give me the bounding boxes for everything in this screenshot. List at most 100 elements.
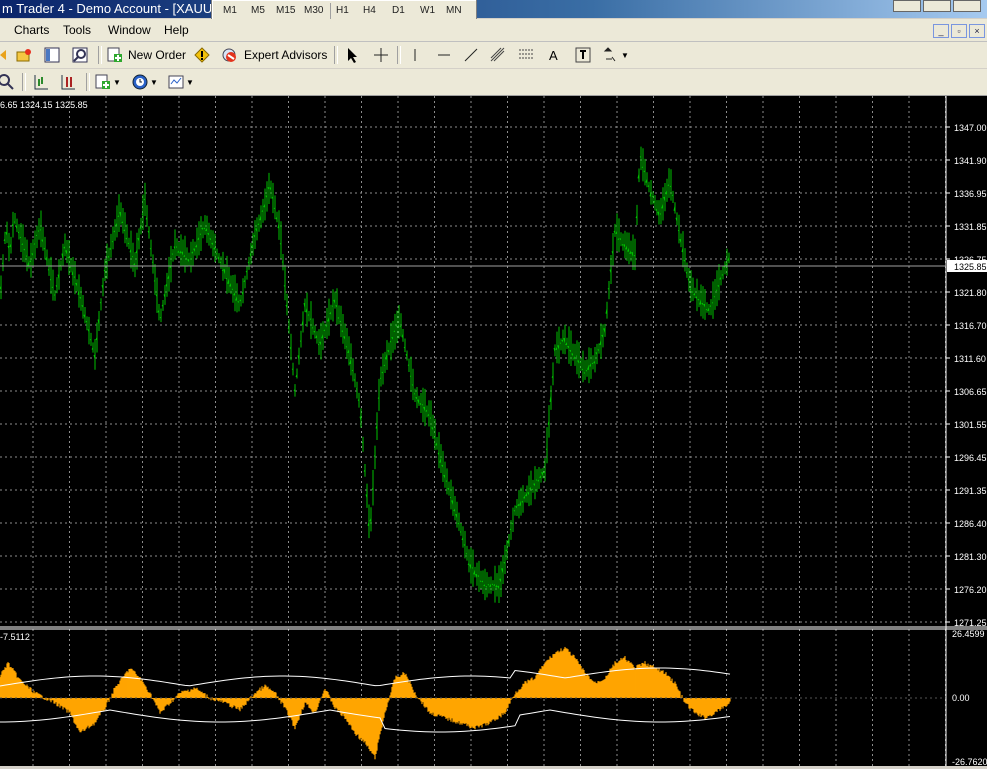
horizontal-line-tool[interactable]	[436, 45, 452, 65]
price-tick-label: 1276.20	[954, 585, 987, 595]
market-watch-icon[interactable]	[44, 45, 60, 65]
horizontal-line-icon	[436, 47, 452, 63]
mdi-minimize-button[interactable]: _	[933, 24, 949, 38]
chart-shift-icon[interactable]	[60, 72, 76, 92]
price-tick-label: 1316.70	[954, 321, 987, 331]
price-bar-tick	[160, 317, 161, 318]
price-bar-tick	[394, 331, 395, 332]
price-bar-tick	[100, 302, 101, 303]
navigator-icon[interactable]	[72, 45, 88, 65]
price-bar-tick	[510, 529, 511, 530]
price-bar-tick	[488, 584, 489, 585]
menu-window[interactable]: Window	[108, 23, 151, 37]
tf-mn[interactable]: MN	[446, 5, 462, 16]
divider	[22, 73, 26, 91]
price-bar-tick	[40, 230, 41, 231]
menu-help[interactable]: Help	[164, 23, 189, 37]
menu-bar: Charts Tools Window Help	[0, 19, 987, 42]
price-tick-label: 1286.40	[954, 519, 987, 529]
vertical-line-icon	[407, 47, 423, 63]
price-bar-tick	[622, 244, 623, 245]
tf-d1[interactable]: D1	[392, 5, 405, 16]
trendline-tool[interactable]	[463, 45, 479, 65]
price-bar-tick	[86, 321, 87, 322]
indicators-icon[interactable]: ▼	[95, 72, 121, 92]
price-bar-tick	[618, 239, 619, 240]
indicator-tick-label: -26.7620	[952, 757, 987, 766]
tf-h4[interactable]: H4	[363, 5, 376, 16]
cursor-icon	[345, 47, 361, 63]
ohlc-readout: 6.65 1324.15 1325.85	[0, 100, 88, 110]
price-bar-tick	[48, 270, 49, 271]
indicator-tick-label: 0.00	[952, 693, 970, 703]
price-bar-tick	[52, 287, 53, 288]
text-label-tool[interactable]	[575, 45, 591, 65]
tf-w1[interactable]: W1	[420, 5, 435, 16]
text-tool-label: A	[549, 48, 558, 63]
price-bar-tick	[338, 318, 339, 319]
cursor-tool[interactable]	[345, 45, 361, 65]
new-order-button[interactable]: New Order	[107, 45, 186, 65]
divider	[330, 3, 331, 19]
expert-advisors-label: Expert Advisors	[244, 48, 327, 62]
divider	[334, 46, 338, 64]
mdi-restore-button[interactable]: ▫	[951, 24, 967, 38]
price-tick-label: 1336.95	[954, 189, 987, 199]
autoscroll-icon[interactable]	[33, 72, 49, 92]
price-tick-label: 1291.35	[954, 486, 987, 496]
fibonacci-icon	[518, 47, 534, 63]
chart-canvas[interactable]: 1347.001341.901336.951331.851326.751321.…	[0, 96, 987, 766]
price-bar-tick	[20, 237, 21, 238]
close-button[interactable]	[953, 0, 981, 12]
price-bar-tick	[710, 306, 711, 307]
tf-m5[interactable]: M5	[251, 5, 265, 16]
tf-m30[interactable]: M30	[304, 5, 323, 16]
mdi-close-button[interactable]: ×	[969, 24, 985, 38]
arrows-tool[interactable]: ▼	[603, 45, 629, 65]
vertical-line-tool[interactable]	[407, 45, 423, 65]
mdi-controls: _▫×	[931, 23, 985, 38]
price-bar-tick	[308, 315, 309, 316]
price-bar-tick	[384, 365, 385, 366]
new-order-label: New Order	[128, 48, 186, 62]
text-tool[interactable]: A	[549, 45, 558, 65]
current-price-label: 1325.85	[954, 262, 987, 272]
indicator-tick-label: 26.4599	[952, 629, 985, 639]
channel-icon	[490, 47, 506, 63]
price-bar-tick	[150, 248, 151, 249]
expert-advisors-icon	[221, 47, 237, 63]
price-bar-tick	[340, 321, 341, 322]
indicator-value: -7.5112	[0, 632, 30, 642]
fibonacci-tool[interactable]	[518, 45, 534, 65]
maximize-button[interactable]	[923, 0, 951, 12]
price-bar-tick	[226, 278, 227, 279]
tf-m15[interactable]: M15	[276, 5, 295, 16]
charts-toolbar: ▼ ▼ ▼	[0, 69, 987, 96]
chevron-down-icon: ▼	[621, 51, 629, 60]
profiles-icon[interactable]	[16, 45, 32, 65]
price-chart[interactable]: 1347.001341.901336.951331.851326.751321.…	[0, 96, 987, 766]
price-bar-tick	[446, 481, 447, 482]
price-bars	[0, 147, 729, 603]
price-bar-tick	[408, 365, 409, 366]
periods-icon[interactable]: ▼	[132, 72, 158, 92]
expert-advisors-button[interactable]: Expert Advisors	[221, 45, 327, 65]
price-bar-tick	[400, 326, 401, 327]
price-tick-label: 1296.45	[954, 453, 987, 463]
tf-h1[interactable]: H1	[336, 5, 349, 16]
menu-charts[interactable]: Charts	[14, 23, 49, 37]
minimize-button[interactable]	[893, 0, 921, 12]
price-bar-tick	[642, 167, 643, 168]
zoom-out-icon[interactable]	[0, 72, 16, 92]
templates-icon[interactable]: ▼	[168, 72, 194, 92]
equidistant-channel-tool[interactable]	[490, 45, 506, 65]
add-icon[interactable]	[0, 45, 16, 65]
price-bar-tick	[200, 234, 201, 235]
price-bar-tick	[106, 263, 107, 264]
autotrading-warning-icon[interactable]	[194, 45, 210, 65]
price-bar-tick	[404, 347, 405, 348]
tf-m1[interactable]: M1	[223, 5, 237, 16]
price-axis: 1347.001341.901336.951331.851326.751321.…	[0, 96, 987, 766]
menu-tools[interactable]: Tools	[63, 23, 91, 37]
crosshair-tool[interactable]	[373, 45, 389, 65]
